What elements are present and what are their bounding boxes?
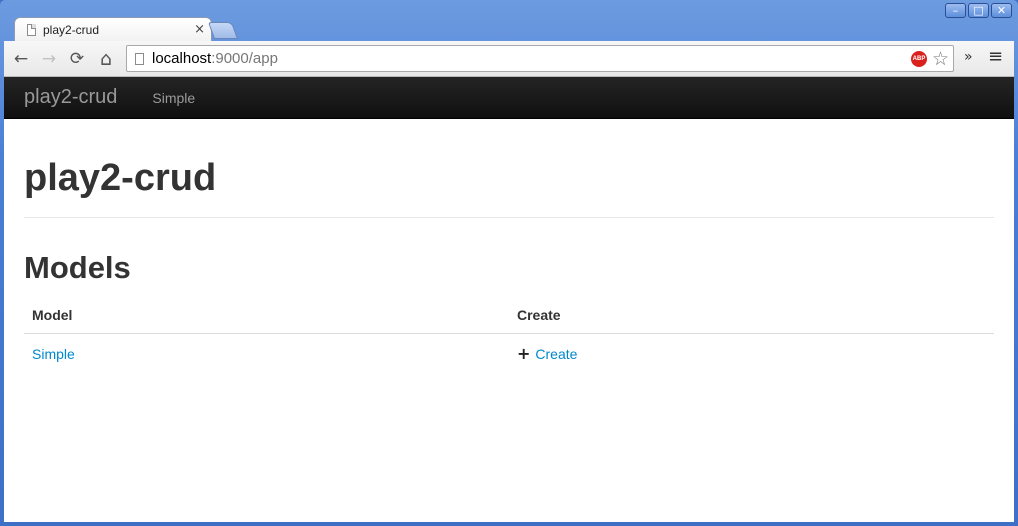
model-cell: Simple xyxy=(24,334,509,374)
page-icon xyxy=(135,52,144,65)
model-link-simple[interactable]: Simple xyxy=(32,346,75,362)
extensions-overflow-icon[interactable]: » xyxy=(964,49,973,65)
tab-strip: play2-crud × xyxy=(8,17,608,41)
close-window-button[interactable]: ✕ xyxy=(991,3,1012,18)
minimize-button[interactable]: – xyxy=(945,3,966,18)
bookmark-star-icon[interactable]: ☆ xyxy=(932,48,949,70)
tab-title: play2-crud xyxy=(43,22,100,37)
models-table: Model Create Simple + Create xyxy=(24,298,994,373)
tab-play2-crud[interactable]: play2-crud × xyxy=(14,17,212,41)
page-icon xyxy=(27,23,36,36)
home-icon[interactable]: ⌂ xyxy=(95,48,117,70)
back-icon[interactable]: ← xyxy=(10,48,32,70)
browser-window: – □ ✕ play2-crud × ← → ⟳ ⌂ localhost:900… xyxy=(0,0,1018,526)
create-cell: + Create xyxy=(509,334,994,374)
column-header-create: Create xyxy=(509,298,994,334)
page-title: play2-crud xyxy=(24,157,217,199)
page-viewport: play2-crud Simple play2-crud Models Mode… xyxy=(4,77,1014,522)
menu-icon[interactable]: ≡ xyxy=(988,46,1003,67)
navbar-brand[interactable]: play2-crud xyxy=(24,86,117,109)
create-link-simple[interactable]: Create xyxy=(535,346,577,362)
address-bar[interactable]: localhost:9000/app ABP ☆ xyxy=(126,45,954,72)
adblock-icon[interactable]: ABP xyxy=(911,51,927,67)
new-tab-button[interactable] xyxy=(207,22,239,39)
section-title: Models xyxy=(24,250,131,285)
url-host: localhost xyxy=(152,50,212,67)
plus-icon: + xyxy=(517,344,531,363)
table-row: Simple + Create xyxy=(24,334,994,374)
top-navbar: play2-crud Simple xyxy=(4,77,1014,119)
nav-link-simple[interactable]: Simple xyxy=(152,90,195,106)
table-header-row: Model Create xyxy=(24,298,994,334)
reload-icon[interactable]: ⟳ xyxy=(66,48,88,70)
maximize-button[interactable]: □ xyxy=(968,3,989,18)
url-path: :9000/app xyxy=(211,50,278,67)
page-header: play2-crud xyxy=(24,155,994,218)
main-content: play2-crud Models Model Create Simple + … xyxy=(4,155,1014,373)
tab-close-icon[interactable]: × xyxy=(194,22,205,37)
window-controls: – □ ✕ xyxy=(945,3,1012,18)
browser-toolbar: ← → ⟳ ⌂ localhost:9000/app ABP ☆ » ≡ xyxy=(4,41,1014,77)
column-header-model: Model xyxy=(24,298,509,334)
forward-icon[interactable]: → xyxy=(38,48,60,70)
url-text[interactable]: localhost:9000/app xyxy=(152,50,278,67)
